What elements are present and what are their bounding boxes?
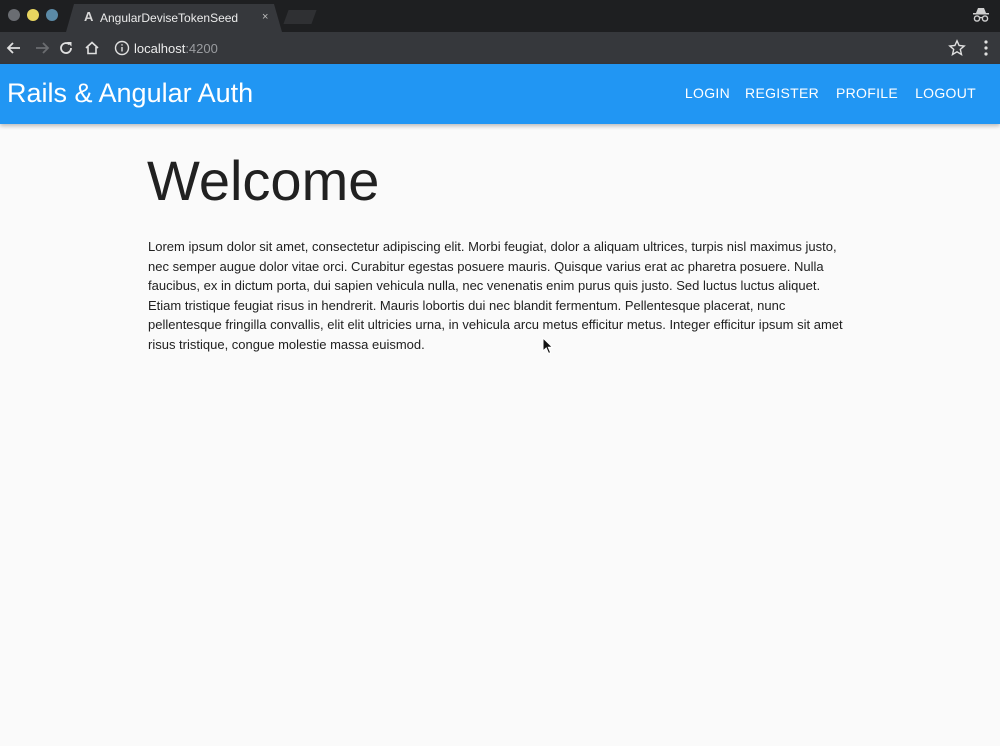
nav-profile-link[interactable]: PROFILE xyxy=(836,85,898,102)
tab-close-icon[interactable]: × xyxy=(262,10,268,24)
reload-icon[interactable] xyxy=(58,40,74,56)
nav-logout-link[interactable]: LOGOUT xyxy=(915,85,976,102)
window-close-button[interactable] xyxy=(8,9,20,21)
browser-toolbar: localhost:4200 xyxy=(0,32,1000,64)
welcome-paragraph: Lorem ipsum dolor sit amet, consectetur … xyxy=(148,239,843,352)
address-bar[interactable]: localhost:4200 xyxy=(106,36,966,60)
nav-register-link[interactable]: REGISTER xyxy=(745,85,819,102)
home-icon[interactable] xyxy=(84,40,100,56)
browser-tab[interactable]: A AngularDeviseTokenSeed × xyxy=(66,4,282,32)
browser-tab-strip: A AngularDeviseTokenSeed × xyxy=(0,0,1000,32)
app-header: Rails & Angular Auth LOGIN REGISTER PROF… xyxy=(0,64,1000,124)
new-tab-button[interactable] xyxy=(283,10,317,24)
mouse-cursor-icon xyxy=(542,337,554,355)
window-minimize-button[interactable] xyxy=(27,9,39,21)
url-host: localhost xyxy=(134,41,186,56)
menu-kebab-icon[interactable] xyxy=(984,40,988,56)
angular-favicon-icon: A xyxy=(84,9,94,24)
url-port: :4200 xyxy=(185,41,218,56)
bookmark-star-icon[interactable] xyxy=(948,39,966,57)
incognito-icon xyxy=(973,8,989,22)
tab-title: AngularDeviseTokenSeed xyxy=(100,11,239,25)
forward-arrow-icon[interactable] xyxy=(34,40,50,56)
page-title: Welcome xyxy=(147,149,380,212)
window-maximize-button[interactable] xyxy=(46,9,58,21)
info-icon[interactable] xyxy=(114,40,130,56)
app-title[interactable]: Rails & Angular Auth xyxy=(7,77,253,109)
nav-login-link[interactable]: LOGIN xyxy=(685,85,730,102)
back-arrow-icon[interactable] xyxy=(6,40,22,56)
url-text: localhost:4200 xyxy=(134,41,218,56)
